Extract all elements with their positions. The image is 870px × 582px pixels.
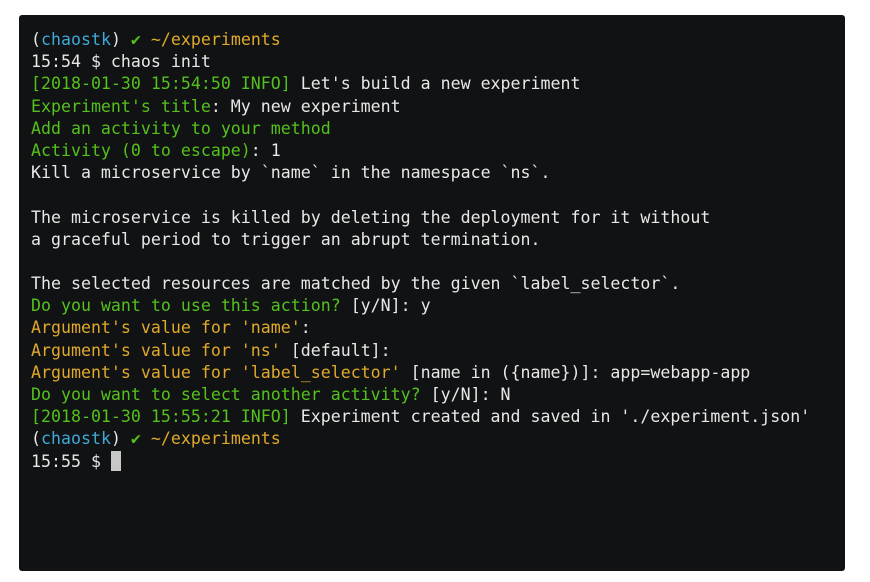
terminal-text-span: [default]: xyxy=(280,340,391,360)
terminal-line: Add an activity to your method xyxy=(31,118,845,140)
terminal-line: (chaostk) ✔ ~/experiments xyxy=(31,29,845,51)
terminal-line: Experiment's title: My new experiment xyxy=(31,96,845,118)
terminal-text-span: Activity (0 to escape) xyxy=(31,140,251,160)
terminal-line: [2018-01-30 15:54:50 INFO] Let's build a… xyxy=(31,73,845,95)
terminal-text-span: ~/experiments xyxy=(140,30,281,49)
terminal-text-span: [y/N]: N xyxy=(420,385,511,404)
terminal-text-span: The selected resources are matched by th… xyxy=(31,274,681,294)
terminal-text-span: Do you want to select another activity? xyxy=(31,385,421,404)
terminal-text-span: [2018-01-30 15:55:21 INFO] xyxy=(31,407,291,427)
terminal-text-span: ( xyxy=(31,429,41,449)
terminal-text-span: Argument's value for 'name' xyxy=(31,318,301,338)
terminal-text-span: Let's build a new experiment xyxy=(290,74,581,94)
terminal-line: Argument's value for 'label_selector' [n… xyxy=(31,362,845,384)
terminal-text-span: [name in ({name})]: app=webapp-app xyxy=(400,362,751,382)
terminal-text-span: chaostk xyxy=(41,30,111,49)
terminal-line: 15:55 $ xyxy=(31,450,845,473)
terminal-window[interactable]: (chaostk) ✔ ~/experiments 15:54 $ chaos i… xyxy=(19,15,845,571)
terminal-text-span: Kill a microservice by `name` in the nam… xyxy=(31,163,551,183)
terminal-text-span: The microservice is killed by deleting t… xyxy=(31,207,711,227)
text-cursor[interactable] xyxy=(110,450,121,471)
terminal-text-span: Experiment's title xyxy=(31,96,211,116)
terminal-text-span: ~/experiments xyxy=(140,429,281,449)
terminal-text-span: 15:55 $ xyxy=(31,451,111,471)
terminal-output: (chaostk) ✔ ~/experiments 15:54 $ chaos i… xyxy=(31,29,845,473)
terminal-text-span: ) xyxy=(110,30,131,49)
terminal-line: Kill a microservice by `name` in the nam… xyxy=(31,162,845,184)
terminal-text-span: ✔ xyxy=(130,429,141,449)
terminal-line: [2018-01-30 15:55:21 INFO] Experiment cr… xyxy=(31,406,845,428)
terminal-text-span: ( xyxy=(31,30,41,49)
terminal-text-span: Do you want to use this action? xyxy=(31,296,341,316)
terminal-line: (chaostk) ✔ ~/experiments xyxy=(31,428,845,450)
terminal-text-span: [y/N]: y xyxy=(340,296,431,316)
terminal-text-span: 15:54 $ chaos init xyxy=(31,52,211,72)
terminal-line: Do you want to use this action? [y/N]: y xyxy=(31,295,845,317)
terminal-text-span: chaostk xyxy=(41,429,111,449)
terminal-line: Argument's value for 'name': xyxy=(31,317,845,339)
terminal-text-span: ✔ xyxy=(130,30,141,49)
terminal-text-span: Argument's value for 'ns' xyxy=(31,340,281,360)
terminal-line: a graceful period to trigger an abrupt t… xyxy=(31,229,845,251)
terminal-line: The microservice is killed by deleting t… xyxy=(31,207,845,229)
terminal-text-span: ) xyxy=(110,429,131,449)
terminal-text-span: Experiment created and saved in './exper… xyxy=(290,407,811,427)
terminal-line: Argument's value for 'ns' [default]: xyxy=(31,340,845,362)
terminal-line: The selected resources are matched by th… xyxy=(31,273,845,295)
terminal-text-span: : My new experiment xyxy=(210,96,401,116)
terminal-line: 15:54 $ chaos init xyxy=(31,51,845,73)
terminal-text-span: [2018-01-30 15:54:50 INFO] xyxy=(31,74,291,94)
terminal-line: Do you want to select another activity? … xyxy=(31,384,845,406)
terminal-text-span: Argument's value for 'label_selector' xyxy=(31,362,401,382)
terminal-text-span: Add an activity to your method xyxy=(31,118,331,138)
terminal-text-span: : 1 xyxy=(250,140,281,160)
terminal-line: Activity (0 to escape): 1 xyxy=(31,140,845,162)
terminal-text-span: a graceful period to trigger an abrupt t… xyxy=(31,229,541,249)
terminal-text-span: : xyxy=(300,318,311,338)
